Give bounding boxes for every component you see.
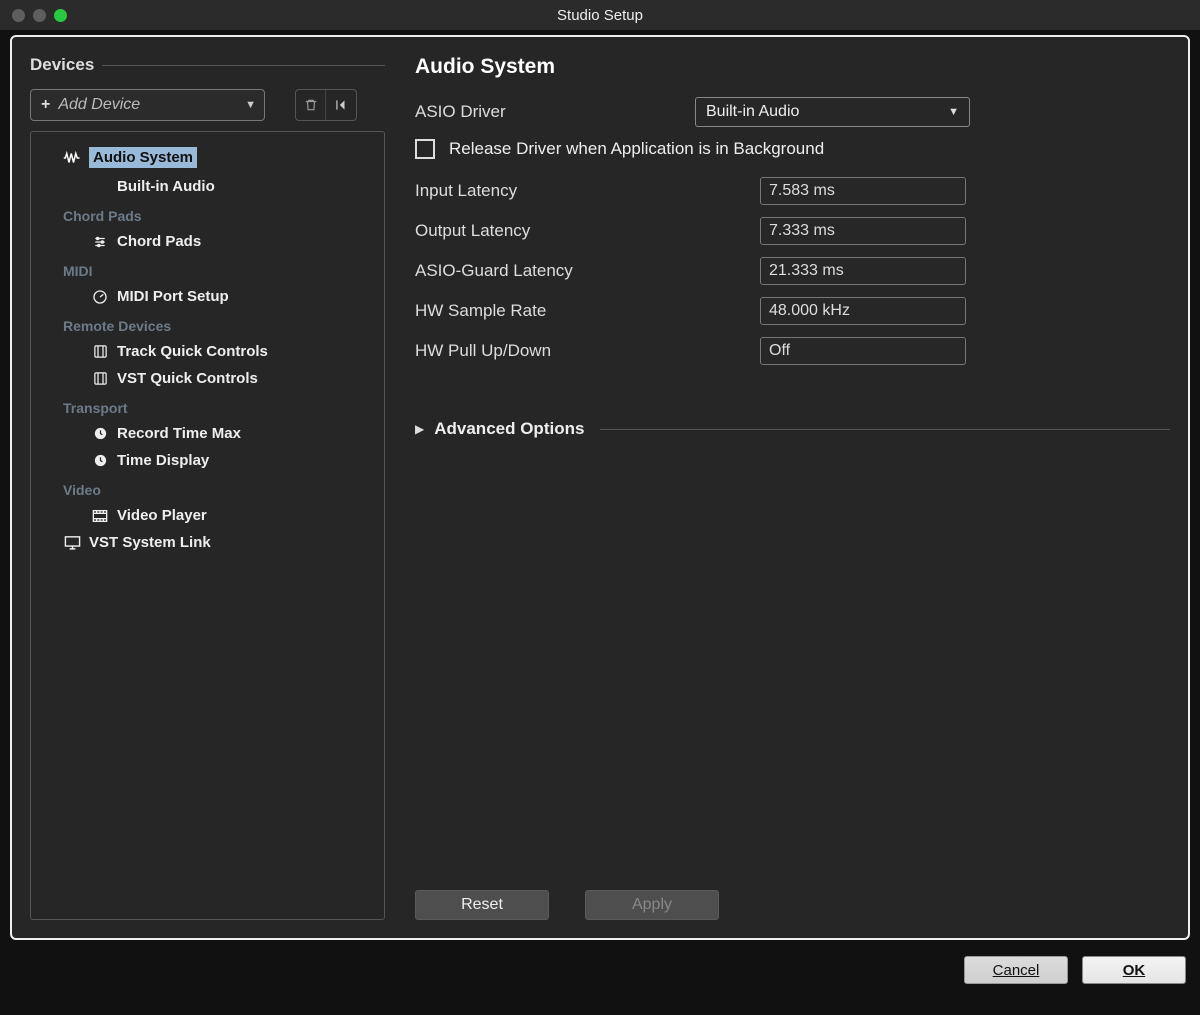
divider — [102, 65, 385, 66]
tree-item-built-in-audio[interactable]: • Built-in Audio — [33, 173, 382, 200]
tree-item-chord-pads[interactable]: Chord Pads — [33, 228, 382, 255]
chevron-down-icon: ▼ — [245, 99, 256, 111]
hw-pull-label: HW Pull Up/Down — [415, 341, 695, 361]
dialog-footer: Cancel OK — [0, 940, 1200, 1000]
trash-icon — [304, 98, 318, 112]
hw-sample-rate-value: 48.000 kHz — [760, 297, 966, 325]
release-driver-label: Release Driver when Application is in Ba… — [449, 139, 824, 159]
reset-button[interactable]: Reset — [415, 890, 549, 920]
add-device-label: Add Device — [58, 96, 140, 114]
tree-item-label: Chord Pads — [117, 233, 201, 250]
minimize-window-icon[interactable] — [33, 9, 46, 22]
release-driver-row: Release Driver when Application is in Ba… — [415, 139, 1170, 159]
divider — [600, 429, 1170, 430]
output-latency-row: Output Latency 7.333 ms — [415, 217, 1170, 245]
panel-bottom-buttons: Reset Apply — [415, 890, 1170, 920]
add-device-button[interactable]: + Add Device ▼ — [30, 89, 265, 121]
close-window-icon[interactable] — [12, 9, 25, 22]
tree-item-label: Built-in Audio — [117, 178, 215, 195]
asio-guard-latency-label: ASIO-Guard Latency — [415, 261, 695, 281]
devices-toolbar: + Add Device ▼ — [30, 89, 385, 121]
window-title: Studio Setup — [0, 7, 1200, 24]
ok-button[interactable]: OK — [1082, 956, 1186, 984]
apply-button-label: Apply — [632, 896, 672, 914]
tree-item-audio-system[interactable]: Audio System — [33, 142, 382, 173]
titlebar: Studio Setup — [0, 0, 1200, 30]
tree-item-vst-quick-controls[interactable]: VST Quick Controls — [33, 365, 382, 392]
tree-item-label: Time Display — [117, 452, 209, 469]
tree-item-record-time-max[interactable]: Record Time Max — [33, 420, 382, 447]
chevron-down-icon: ▼ — [948, 106, 959, 118]
hw-pull-value: Off — [760, 337, 966, 365]
cancel-button[interactable]: Cancel — [964, 956, 1068, 984]
hw-sample-rate-label: HW Sample Rate — [415, 301, 695, 321]
tree-item-label: VST System Link — [89, 534, 211, 551]
hw-pull-row: HW Pull Up/Down Off — [415, 337, 1170, 365]
devices-panel: Devices + Add Device ▼ — [30, 55, 385, 920]
devices-header: Devices — [30, 55, 385, 75]
rewind-icon — [334, 98, 348, 112]
monitor-icon — [63, 535, 81, 550]
advanced-options-label: Advanced Options — [434, 419, 584, 439]
tree-item-label: Audio System — [89, 147, 197, 168]
asio-driver-value: Built-in Audio — [706, 103, 799, 121]
group-transport: Transport — [33, 392, 382, 420]
tree-item-label: Track Quick Controls — [117, 343, 268, 360]
sliders-icon — [91, 235, 109, 249]
send-to-back-button[interactable] — [326, 90, 356, 120]
panel-title: Audio System — [415, 55, 1170, 79]
reset-button-label: Reset — [461, 896, 503, 914]
waveform-icon — [63, 151, 81, 165]
release-driver-checkbox[interactable] — [415, 139, 435, 159]
grid-icon — [91, 344, 109, 359]
tree-item-track-quick-controls[interactable]: Track Quick Controls — [33, 338, 382, 365]
asio-driver-row: ASIO Driver Built-in Audio ▼ — [415, 97, 1170, 127]
input-latency-row: Input Latency 7.583 ms — [415, 177, 1170, 205]
plus-icon: + — [41, 96, 50, 114]
tree-item-time-display[interactable]: Time Display — [33, 447, 382, 474]
apply-button[interactable]: Apply — [585, 890, 719, 920]
tree-item-label: VST Quick Controls — [117, 370, 258, 387]
delete-device-button[interactable] — [296, 90, 326, 120]
tree-item-label: MIDI Port Setup — [117, 288, 229, 305]
clock-icon — [91, 426, 109, 441]
grid-icon — [91, 371, 109, 386]
devices-tree: Audio System • Built-in Audio Chord Pads… — [30, 131, 385, 920]
tree-item-label: Video Player — [117, 507, 207, 524]
ok-button-label: OK — [1123, 962, 1146, 979]
tree-item-vst-system-link[interactable]: VST System Link — [33, 529, 382, 556]
tree-item-midi-port-setup[interactable]: MIDI Port Setup — [33, 283, 382, 310]
film-icon — [91, 509, 109, 523]
asio-driver-label: ASIO Driver — [415, 102, 695, 122]
cancel-button-label: Cancel — [993, 962, 1040, 979]
advanced-options-header[interactable]: ▶ Advanced Options — [415, 419, 1170, 439]
hw-sample-rate-row: HW Sample Rate 48.000 kHz — [415, 297, 1170, 325]
clock-icon — [91, 453, 109, 468]
group-video: Video — [33, 474, 382, 502]
input-latency-label: Input Latency — [415, 181, 695, 201]
asio-guard-latency-value: 21.333 ms — [760, 257, 966, 285]
asio-guard-latency-row: ASIO-Guard Latency 21.333 ms — [415, 257, 1170, 285]
output-latency-label: Output Latency — [415, 221, 695, 241]
group-chord-pads: Chord Pads — [33, 200, 382, 228]
gauge-icon — [91, 289, 109, 305]
tree-item-label: Record Time Max — [117, 425, 241, 442]
zoom-window-icon[interactable] — [54, 9, 67, 22]
tree-item-video-player[interactable]: Video Player — [33, 502, 382, 529]
group-remote-devices: Remote Devices — [33, 310, 382, 338]
window-controls — [12, 9, 67, 22]
content-panel: Audio System ASIO Driver Built-in Audio … — [415, 55, 1170, 920]
group-midi: MIDI — [33, 255, 382, 283]
asio-driver-select[interactable]: Built-in Audio ▼ — [695, 97, 970, 127]
devices-header-label: Devices — [30, 55, 94, 75]
input-latency-value: 7.583 ms — [760, 177, 966, 205]
output-latency-value: 7.333 ms — [760, 217, 966, 245]
window-body: Devices + Add Device ▼ — [10, 35, 1190, 940]
devices-icon-buttons — [295, 89, 357, 121]
chevron-right-icon: ▶ — [415, 422, 424, 436]
